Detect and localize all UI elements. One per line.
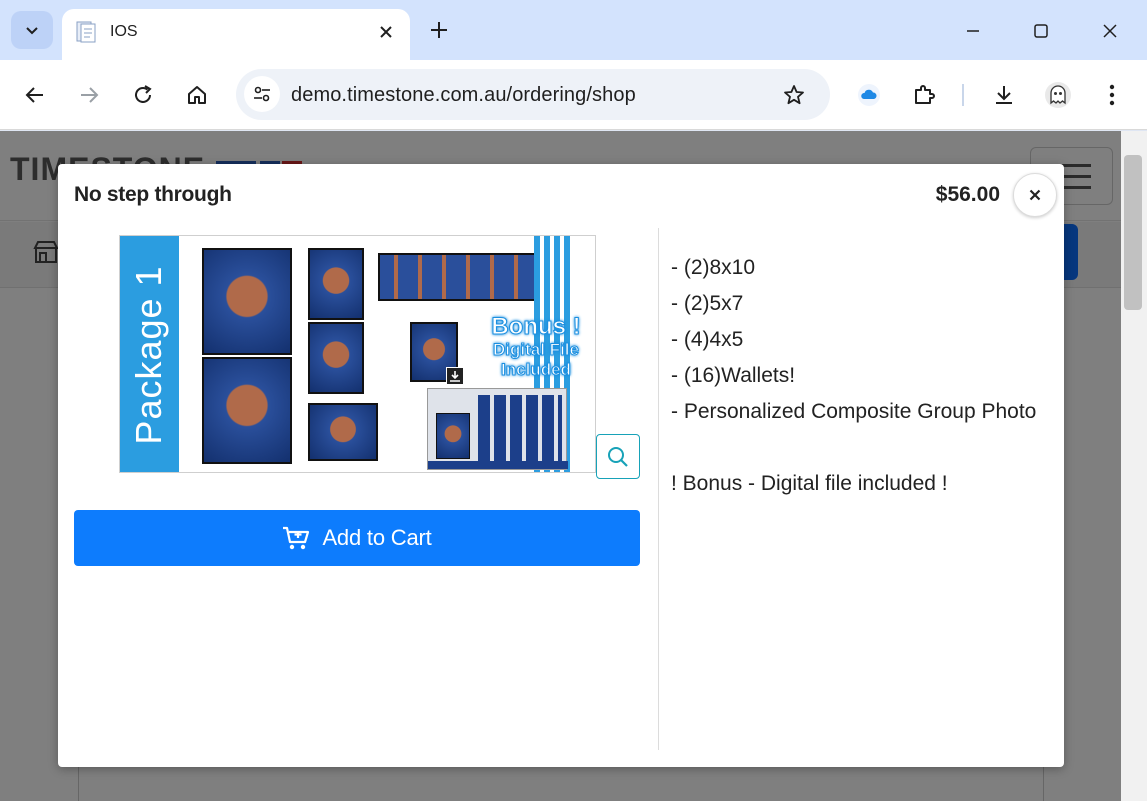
home-icon	[188, 86, 206, 104]
cloud-extension-button[interactable]	[851, 77, 887, 113]
description-line: - Personalized Composite Group Photo	[671, 400, 1037, 423]
description-line: - (16)Wallets!	[671, 364, 796, 387]
star-icon	[784, 85, 804, 105]
description-line: - (4)4x5	[671, 328, 744, 351]
reload-button[interactable]	[125, 77, 161, 113]
bookmark-button[interactable]	[776, 77, 812, 113]
home-button[interactable]	[179, 77, 215, 113]
composite-footer	[428, 461, 568, 469]
scrollbar-thumb[interactable]	[1124, 155, 1142, 310]
extensions-button[interactable]	[906, 77, 942, 113]
browser-tab-active[interactable]: IOS	[62, 9, 410, 60]
new-tab-button[interactable]	[424, 15, 454, 45]
portrait-4x5-photo	[308, 403, 378, 461]
product-price: $56.00	[935, 183, 1000, 206]
bonus-badge: Bonus ! Digital File Included	[480, 313, 592, 380]
browser-menu-button[interactable]	[1094, 77, 1130, 113]
cloud-icon	[858, 84, 880, 106]
modal-title: No step through	[74, 183, 232, 206]
product-modal: No step through $56.00 Package 1 Bonus !…	[58, 164, 1064, 767]
download-icon	[446, 367, 464, 385]
minimize-icon	[967, 30, 979, 32]
profile-button[interactable]	[1040, 77, 1076, 113]
tune-icon	[254, 86, 270, 102]
minimize-window-button[interactable]	[951, 14, 995, 48]
bonus-line-1: Bonus !	[491, 313, 581, 340]
page-scrollbar[interactable]	[1121, 131, 1147, 801]
reload-icon	[135, 85, 152, 103]
browser-tab-strip: IOS	[0, 0, 1147, 60]
tab-title: IOS	[110, 23, 138, 40]
product-description: - (2)8x10 - (2)5x7 - (4)4x5 - (16)Wallet…	[671, 250, 1041, 502]
modal-close-button[interactable]	[1013, 173, 1057, 217]
add-to-cart-button[interactable]: Add to Cart	[74, 510, 640, 566]
close-icon	[1029, 189, 1041, 201]
tab-search-button[interactable]	[11, 11, 53, 49]
puzzle-icon	[915, 85, 935, 104]
composite-grid	[478, 395, 562, 461]
portrait-5x7-photo	[308, 248, 364, 320]
back-button[interactable]	[17, 77, 53, 113]
address-bar[interactable]: demo.timestone.com.au/ordering/shop	[236, 69, 830, 120]
description-line: - (2)5x7	[671, 292, 744, 315]
portrait-8x10-photo	[202, 248, 292, 355]
download-icon	[996, 86, 1012, 104]
cart-plus-icon	[283, 526, 310, 550]
portrait-5x7-photo	[308, 322, 364, 394]
arrow-left-icon	[25, 87, 43, 103]
maximize-window-button[interactable]	[1019, 14, 1063, 48]
package-band: Package 1	[120, 236, 179, 472]
composite-group-photo	[427, 388, 568, 470]
bonus-line-3: Included	[501, 360, 572, 380]
url-text[interactable]: demo.timestone.com.au/ordering/shop	[291, 84, 636, 107]
downloads-button[interactable]	[986, 77, 1022, 113]
composite-main-photo	[436, 413, 470, 459]
close-icon	[380, 26, 392, 38]
package-image[interactable]: Package 1 Bonus ! Digital File Included	[119, 235, 596, 473]
page-favicon-icon	[76, 21, 96, 43]
close-window-button[interactable]	[1088, 14, 1132, 48]
description-line: - (2)8x10	[671, 256, 756, 279]
zoom-image-button[interactable]	[596, 434, 640, 479]
forward-button[interactable]	[71, 77, 107, 113]
search-icon	[608, 446, 628, 467]
portrait-8x10-photo	[202, 357, 292, 464]
ghost-avatar-icon	[1045, 82, 1071, 108]
add-to-cart-label: Add to Cart	[322, 525, 432, 550]
package-label: Package 1	[128, 265, 169, 445]
maximize-icon	[1034, 24, 1048, 38]
chevron-down-icon	[26, 27, 38, 35]
tab-close-button[interactable]	[374, 20, 398, 44]
description-line: ! Bonus - Digital file included !	[671, 472, 948, 495]
bonus-line-2: Digital File	[493, 340, 580, 360]
column-divider	[658, 228, 659, 750]
close-icon	[1103, 24, 1117, 38]
site-info-button[interactable]	[244, 76, 280, 112]
plus-icon	[431, 22, 447, 38]
more-vert-icon	[1109, 84, 1115, 106]
arrow-right-icon	[81, 87, 99, 103]
toolbar-divider	[962, 84, 964, 106]
browser-toolbar: demo.timestone.com.au/ordering/shop	[0, 60, 1147, 130]
